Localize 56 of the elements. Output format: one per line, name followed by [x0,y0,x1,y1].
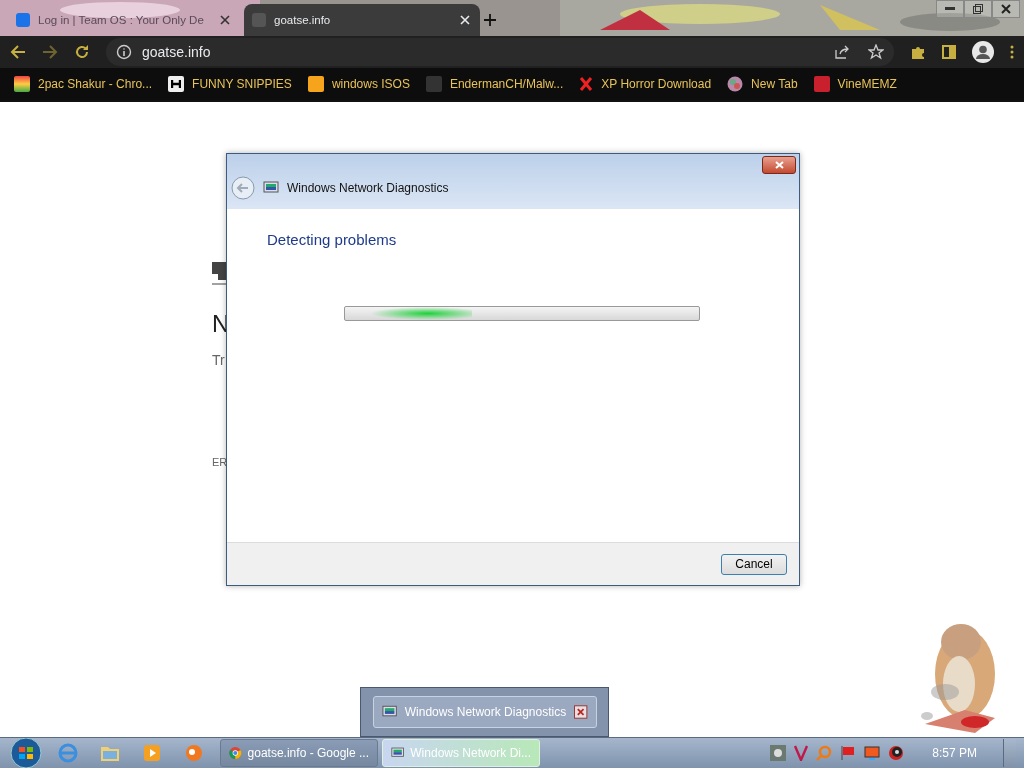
star-icon[interactable] [868,44,884,60]
dialog-heading: Detecting problems [267,231,398,248]
monitor-icon[interactable] [864,745,881,761]
network-icon [263,181,279,195]
menu-icon[interactable] [1010,45,1014,59]
forward-icon[interactable] [42,44,58,60]
restore-icon [973,4,983,14]
speaker-icon[interactable] [888,745,905,761]
gear-icon[interactable] [770,745,787,761]
close-icon[interactable] [574,705,588,719]
address-bar[interactable]: goatse.info [106,38,894,66]
favicon-icon [252,13,266,27]
bag-icon [14,76,30,92]
close-icon [1001,4,1011,14]
chrome-icon [229,745,242,761]
page-text: Tr [212,352,226,368]
back-icon[interactable] [10,44,26,60]
h-icon [168,76,185,92]
network-icon [391,746,405,760]
puzzle-icon[interactable] [910,44,926,60]
bookmark-link[interactable]: VineMEMZ [837,77,897,91]
close-icon [774,161,784,169]
v-icon[interactable] [794,745,809,761]
bookmark-link[interactable]: XP Horror Download [601,77,712,91]
share-icon[interactable] [834,44,850,60]
bookmark-link[interactable]: New Tab [751,77,798,91]
plus-icon[interactable] [484,14,496,26]
start-button[interactable] [8,738,44,768]
avatar-icon[interactable] [972,41,994,63]
minimize-button[interactable] [936,0,964,18]
minimize-icon [945,7,955,11]
close-button[interactable] [992,0,1020,18]
bookmark-link[interactable]: FUNNY SNIPPIES [192,77,292,91]
browser-tab[interactable]: goatse.info [244,4,480,36]
show-desktop-button[interactable] [1003,739,1016,767]
close-button[interactable] [762,156,796,174]
cancel-button[interactable]: Cancel [721,553,787,575]
dialog-title: Windows Network Diagnostics [287,181,449,195]
favicon-icon [16,13,30,27]
close-icon[interactable] [220,15,230,25]
bookmark-link[interactable]: EndermanCH/Malw... [449,77,564,91]
play-icon[interactable] [142,743,162,763]
info-icon [116,44,132,60]
page-text: ER [212,456,229,468]
reload-icon[interactable] [74,44,90,60]
square-icon [813,76,830,92]
square-icon [307,76,324,92]
square-icon [425,76,442,92]
globe-icon [727,76,744,92]
preview-title: Windows Network Diagnostics [404,705,567,719]
restore-button[interactable] [964,0,992,18]
network-icon [381,705,397,719]
sidebar-icon[interactable] [942,45,956,59]
x-icon [579,77,594,91]
bookmark-link[interactable]: windows ISOS [331,77,410,91]
bookmark-link[interactable]: 2pac Shakur - Chro... [38,77,153,91]
